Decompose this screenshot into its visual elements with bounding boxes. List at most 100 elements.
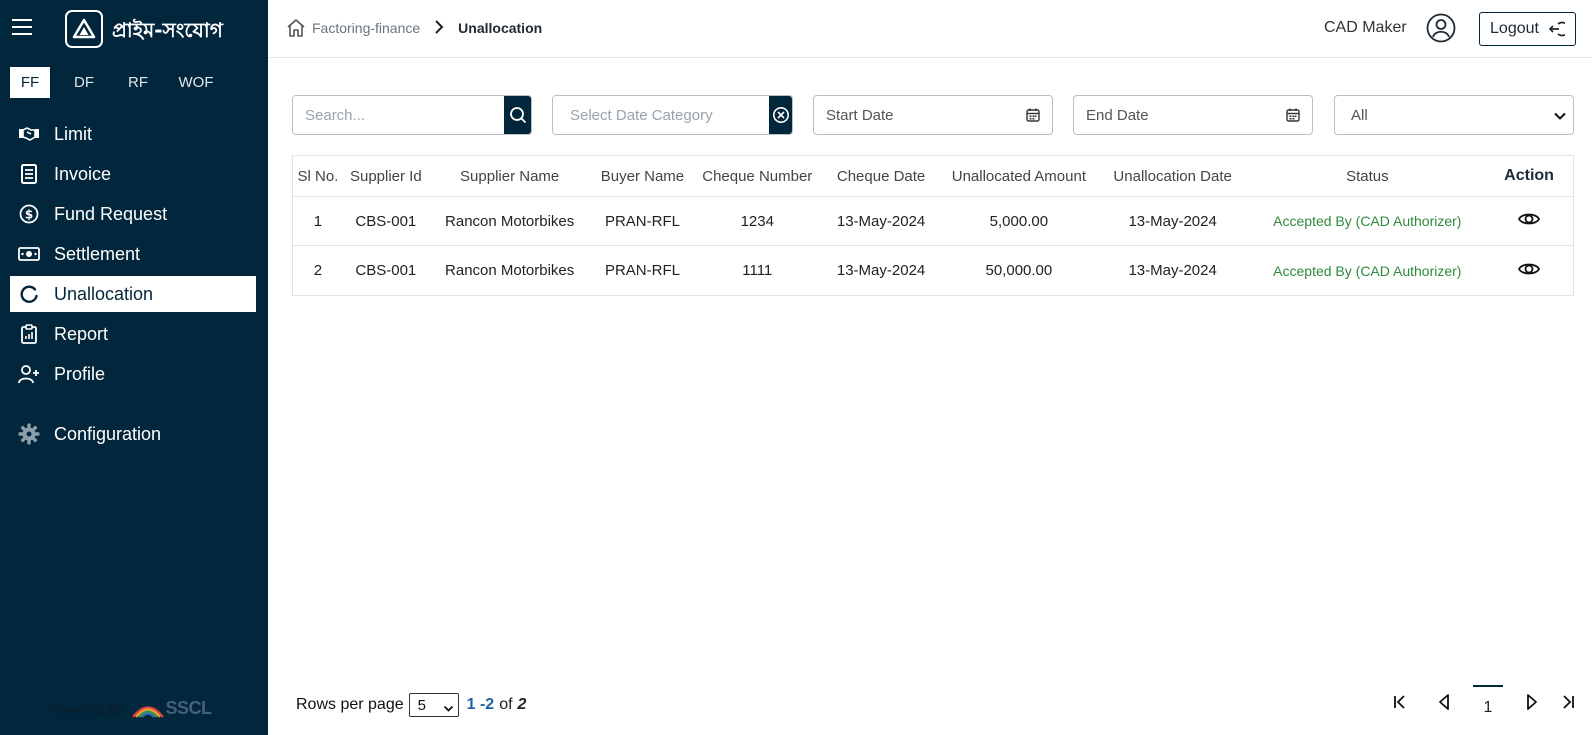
user-avatar-icon[interactable] [1426,13,1456,43]
logo [65,10,103,48]
rows-per-page-value: 5 [417,696,426,714]
column-header: Supplier Id [349,167,422,185]
cell-cheque-number: 1111 [742,262,773,279]
sidebar-item-fund-request[interactable]: $ Fund Request [10,196,256,232]
logout-button[interactable]: Logout [1479,12,1576,46]
tab-df[interactable]: DF [64,67,104,98]
column-header: Unallocation Date [1113,167,1232,185]
cell-action [1485,261,1573,281]
page-total: 2 [517,696,527,713]
rainbow-icon [132,705,165,718]
column-header: Status [1346,167,1389,185]
tab-wof[interactable]: WOF [172,67,220,98]
cell-supplier-name: Rancon Motorbikes [445,262,575,279]
start-date-label: Start Date [826,106,894,124]
date-category-input[interactable] [553,96,769,134]
search-input[interactable] [293,96,504,134]
sscl-logo: SSCL [131,698,212,719]
prev-page-button[interactable] [1434,685,1454,719]
sidebar-item-label: Settlement [54,243,141,264]
sidebar-header: প্রাইম-সংযোগ [0,0,268,58]
sidebar-item-report[interactable]: Report [10,316,256,352]
sidebar-item-label: Invoice [54,163,112,184]
home-icon[interactable] [286,18,306,38]
column-header: Unallocated Amount [951,167,1086,185]
view-eye-icon[interactable] [1518,211,1541,227]
gear-icon [18,423,40,445]
table-row: 2 CBS-001 Rancon Motorbikes PRAN-RFL 111… [293,246,1573,295]
sidebar-item-invoice[interactable]: Invoice [10,156,256,192]
cell-unallocation-date: 13-May-2024 [1128,262,1217,279]
sidebar-item-configuration[interactable]: Configuration [10,416,256,452]
cell-amount: 50,000.00 [985,262,1053,279]
cell-cheque-date: 13-May-2024 [836,212,926,230]
cell-unallocation-date: 13-May-2024 [1128,212,1217,230]
breadcrumb-current: Unallocation [458,20,543,36]
first-page-button[interactable] [1390,685,1410,719]
start-date-field[interactable]: Start Date [813,95,1053,135]
cell-buyer-name: PRAN-RFL [604,262,680,279]
handshake-icon [18,123,40,145]
chevron-right-icon [434,19,444,37]
powered-by-label: Powered By [48,700,124,717]
next-page-icon [1527,694,1537,710]
last-page-button[interactable] [1558,685,1578,719]
logo-icon [72,18,96,39]
column-header: Cheque Number [702,167,813,185]
column-header: Buyer Name [600,167,685,185]
search-icon [509,107,526,124]
view-eye-icon[interactable] [1518,261,1541,277]
breadcrumb-root[interactable]: Factoring-finance [312,20,420,36]
end-date-label: End Date [1086,106,1149,124]
status-select[interactable]: All [1334,95,1574,135]
clear-date-category-button[interactable] [769,96,792,134]
loading-circle-icon [18,283,40,305]
cell-cheque-date: 13-May-2024 [836,262,926,279]
cell-supplier-id: CBS-001 [355,212,417,230]
status-badge: Accepted By (CAD Authorizer) [1273,213,1462,229]
end-date-field[interactable]: End Date [1073,95,1313,135]
prev-page-icon [1439,694,1449,710]
close-circle-icon [772,107,789,123]
sidebar-item-limit[interactable]: Limit [10,116,256,152]
sidebar-item-label: Unallocation [54,283,154,304]
clipboard-icon [18,323,40,345]
svg-text:$: $ [25,208,33,222]
sidebar-item-unallocation[interactable]: Unallocation [10,276,256,312]
logout-icon [1548,21,1565,37]
tab-ff[interactable]: FF [10,67,50,98]
cash-icon [18,243,40,265]
next-page-button[interactable] [1522,685,1542,719]
unallocation-table: Sl No. Supplier Id Supplier Name Buyer N… [292,155,1574,296]
search-button[interactable] [504,96,531,134]
chevron-down-icon [443,701,454,718]
first-page-icon [1394,695,1405,709]
column-header: Sl No. [297,167,339,185]
rows-per-page-select[interactable]: 5 [408,693,459,718]
current-page[interactable]: 1 [1473,685,1503,719]
breadcrumb: Factoring-finance Unallocation [286,18,542,38]
sidebar-item-settlement[interactable]: Settlement [10,236,256,272]
column-header: Action [1504,167,1554,184]
tab-rf[interactable]: RF [118,67,158,98]
cell-buyer-name: PRAN-RFL [604,212,680,230]
sidebar-nav: Limit Invoice $ Fund Request Settlement … [10,116,256,456]
cell-supplier-id: CBS-001 [355,262,417,279]
search-box [292,95,532,135]
menu-icon[interactable] [12,19,32,37]
sidebar-item-label: Fund Request [54,203,168,224]
calendar-icon[interactable] [1286,108,1300,126]
cell-cheque-number: 1234 [740,212,774,230]
sidebar-item-profile[interactable]: Profile [10,356,256,392]
calendar-icon[interactable] [1026,108,1040,126]
invoice-icon [18,163,40,185]
cell-sl: 2 [313,262,323,279]
user-plus-icon [18,363,40,385]
powered-by: Powered By SSCL [48,698,212,719]
top-header: Factoring-finance Unallocation CAD Maker… [268,0,1592,58]
sidebar: প্রাইম-সংযোগ FF DF RF WOF Limit Invoice … [0,0,268,735]
chevron-down-icon [1553,109,1567,127]
sscl-text: SSCL [165,698,212,718]
cell-supplier-name: Rancon Motorbikes [445,212,575,230]
dollar-circle-icon: $ [18,203,40,225]
